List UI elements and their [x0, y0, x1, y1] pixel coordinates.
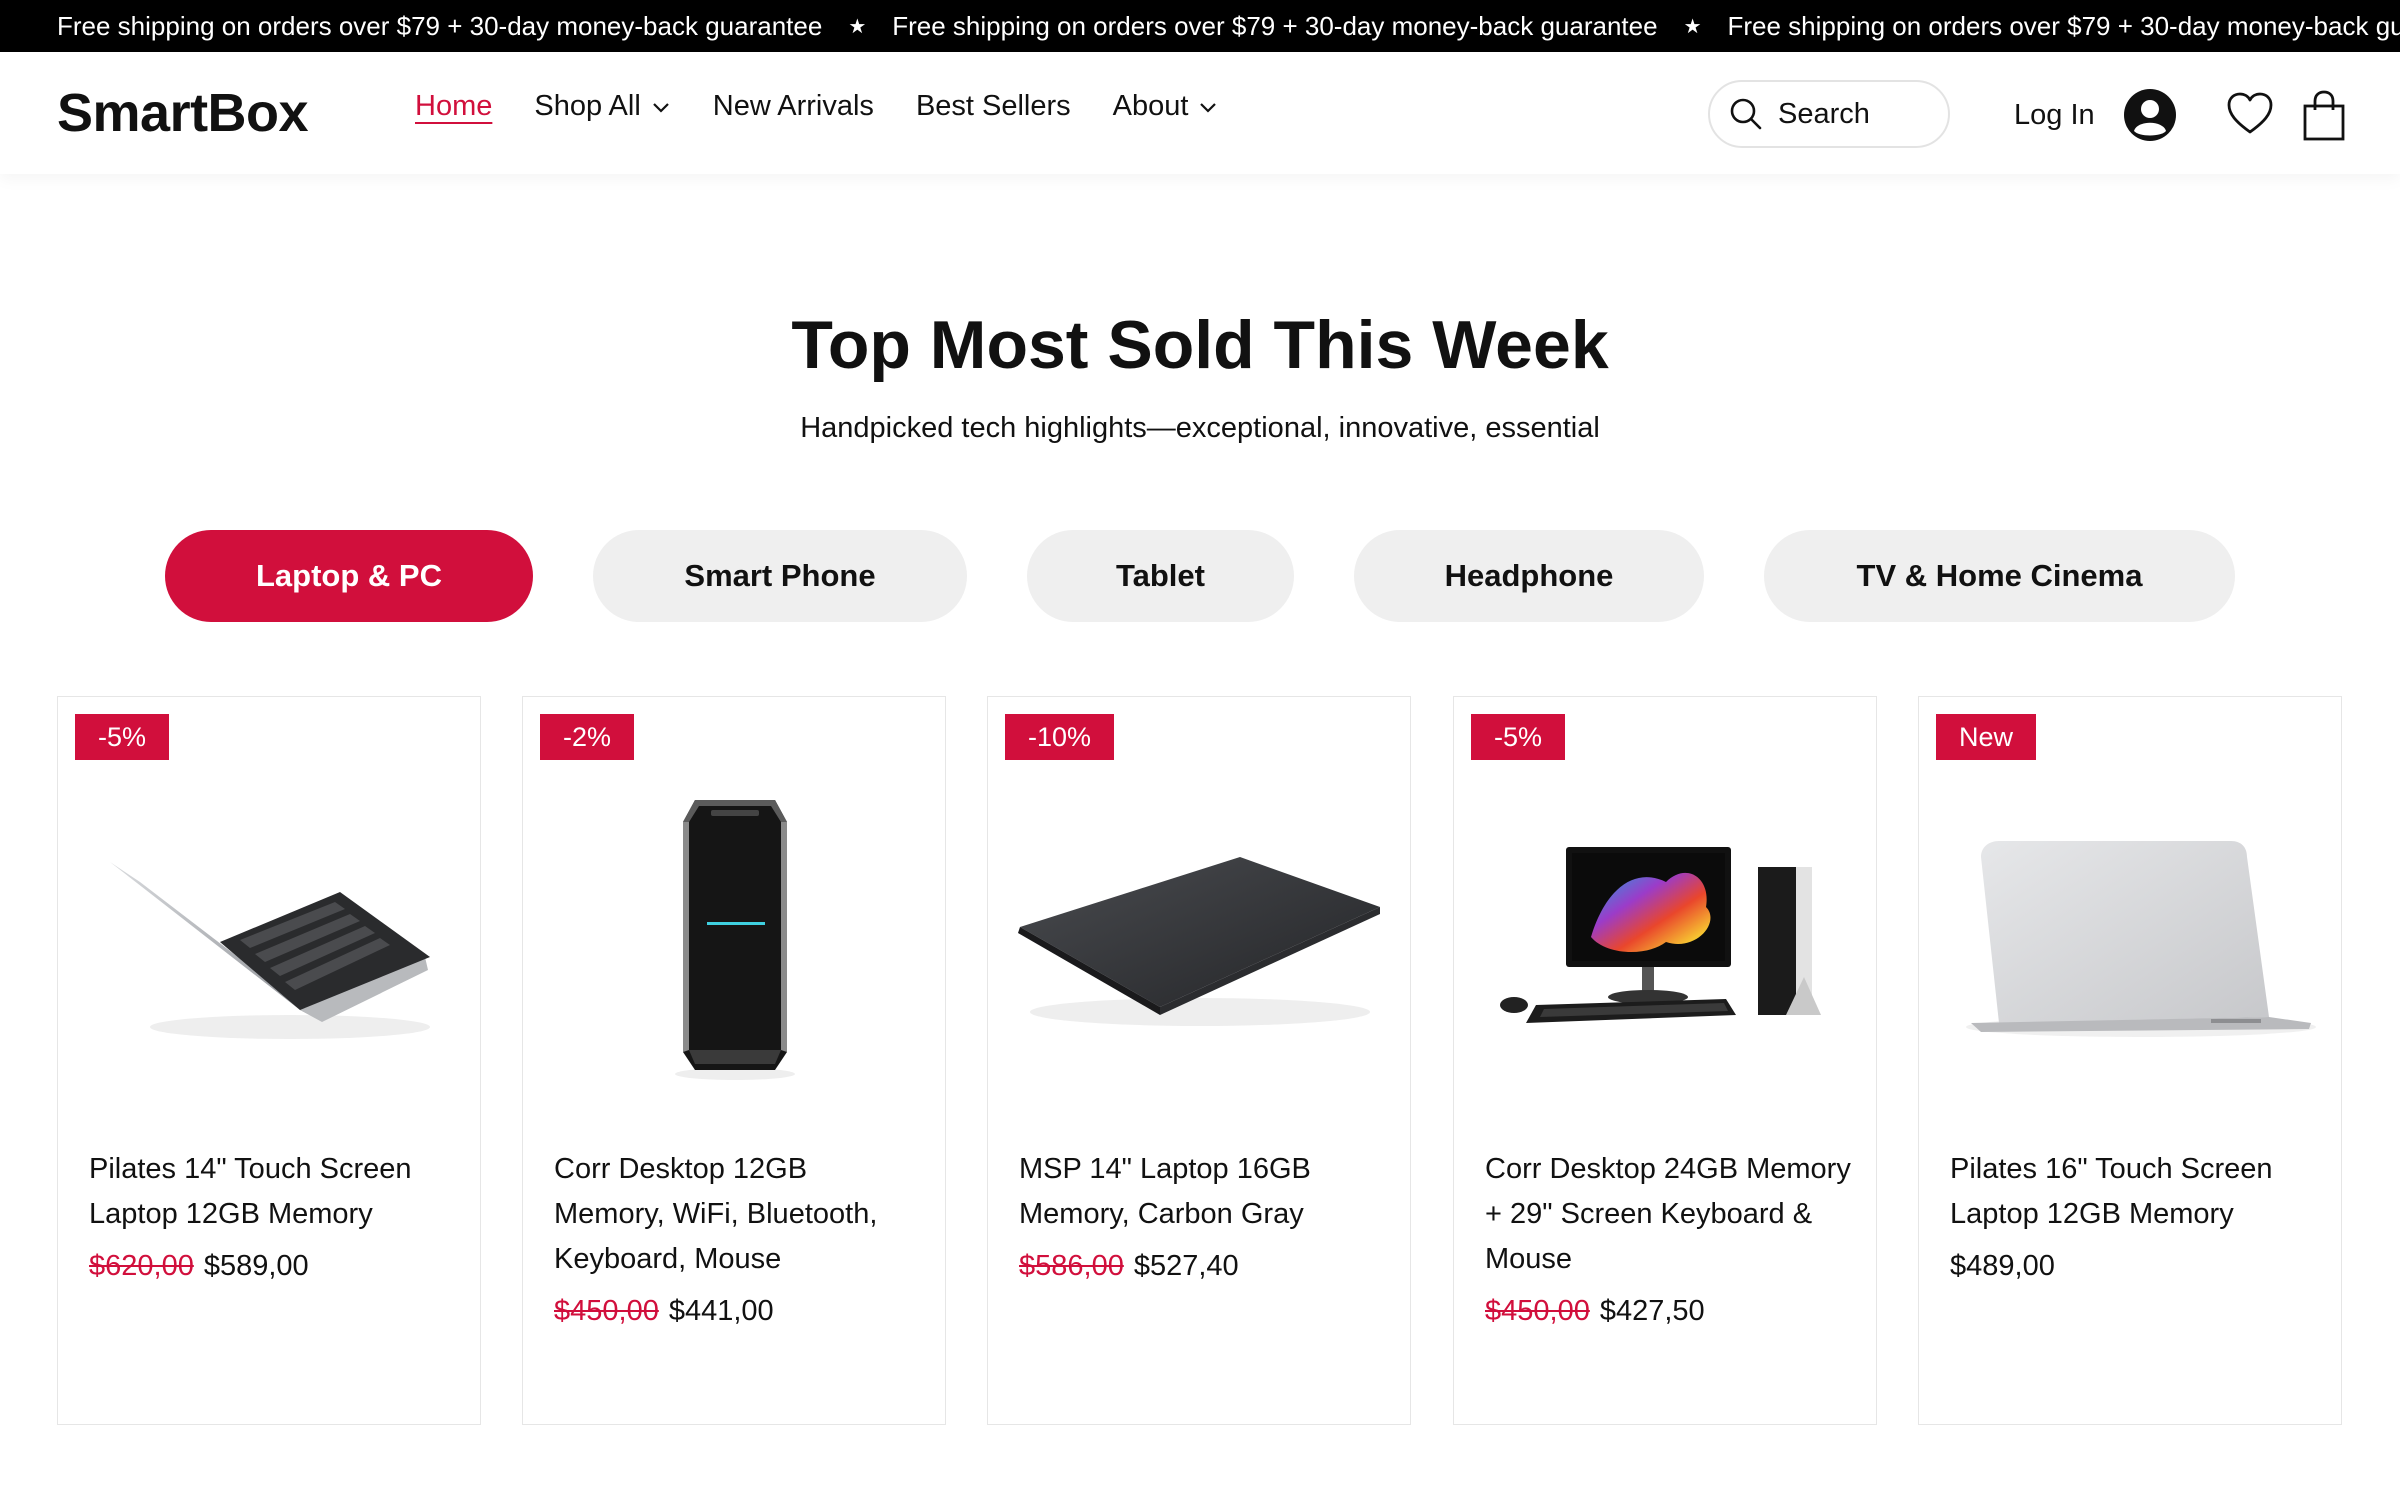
login-button[interactable]: Log In: [2014, 88, 2177, 142]
product-info: MSP 14" Laptop 16GB Memory, Carbon Gray …: [1019, 1147, 1389, 1289]
product-name: MSP 14" Laptop 16GB Memory, Carbon Gray: [1019, 1153, 1311, 1230]
price-row: $450,00 $441,00: [554, 1289, 924, 1334]
price-row: $489,00: [1950, 1244, 2320, 1289]
nav-shop-all[interactable]: Shop All: [534, 90, 670, 123]
product-card[interactable]: -2% Corr Desktop 12GB Memory, WiFi, Blue…: [522, 696, 946, 1425]
announcement-bar: Free shipping on orders over $79 + 30-da…: [0, 0, 2400, 52]
open-laptop-image: [58, 767, 482, 1107]
closed-laptop-image: [988, 767, 1412, 1107]
main-nav: Home Shop All New Arrivals Best Sellers …: [415, 90, 1260, 123]
nav-best-sellers[interactable]: Best Sellers: [916, 90, 1071, 123]
discount-badge: -5%: [1471, 714, 1566, 760]
nav-about-label: About: [1112, 90, 1189, 122]
product-name: Corr Desktop 12GB Memory, WiFi, Bluetoot…: [554, 1153, 878, 1275]
nav-home[interactable]: Home: [415, 90, 492, 123]
category-headphone[interactable]: Headphone: [1354, 530, 1704, 622]
star-icon: ★: [848, 15, 867, 38]
nav-shop-all-label: Shop All: [534, 90, 641, 122]
price-row: $586,00 $527,40: [1019, 1244, 1389, 1289]
original-price: $586,00: [1019, 1250, 1124, 1282]
silver-laptop-image: [1919, 767, 2343, 1107]
sale-price: $441,00: [668, 1295, 774, 1327]
section-title: Top Most Sold This Week: [791, 307, 1609, 383]
discount-badge: -5%: [75, 714, 170, 760]
search-placeholder: Search: [1778, 97, 1870, 130]
product-info: Pilates 16" Touch Screen Laptop 12GB Mem…: [1950, 1147, 2320, 1289]
product-card[interactable]: -10% MSP 14" Laptop 16GB Memory, Carbon …: [987, 696, 1411, 1425]
heart-icon[interactable]: [2226, 92, 2274, 136]
product-card[interactable]: -5% Corr Desktop 24GB Memory + 29" Scree…: [1453, 696, 1877, 1425]
shopping-bag-icon[interactable]: [2302, 90, 2346, 142]
site-header: SmartBox Home Shop All New Arrivals Best…: [0, 52, 2400, 174]
desktop-tower-image: [523, 767, 947, 1107]
star-icon: ★: [1683, 15, 1702, 38]
product-info: Corr Desktop 12GB Memory, WiFi, Bluetoot…: [554, 1147, 924, 1334]
category-laptop-pc[interactable]: Laptop & PC: [165, 530, 533, 622]
product-name: Corr Desktop 24GB Memory + 29" Screen Ke…: [1485, 1153, 1851, 1275]
sale-price: $527,40: [1133, 1250, 1239, 1282]
category-tv-home-cinema[interactable]: TV & Home Cinema: [1764, 530, 2235, 622]
category-tablet[interactable]: Tablet: [1027, 530, 1294, 622]
chevron-down-icon: [1200, 102, 1217, 113]
price-row: $620,00 $589,00: [89, 1244, 459, 1289]
price-row: $450,00 $427,50: [1485, 1289, 1855, 1334]
announcement-track: Free shipping on orders over $79 + 30-da…: [57, 0, 2400, 52]
product-name: Pilates 14" Touch Screen Laptop 12GB Mem…: [89, 1153, 412, 1230]
product-info: Pilates 14" Touch Screen Laptop 12GB Mem…: [89, 1147, 459, 1289]
category-smart-phone[interactable]: Smart Phone: [593, 530, 967, 622]
original-price: $620,00: [89, 1250, 194, 1282]
new-badge: New: [1936, 714, 2037, 760]
sale-price: $427,50: [1599, 1295, 1705, 1327]
original-price: $450,00: [1485, 1295, 1590, 1327]
section-subtitle: Handpicked tech highlights—exceptional, …: [800, 412, 1600, 444]
announcement-text: Free shipping on orders over $79 + 30-da…: [57, 10, 823, 41]
product-card[interactable]: -5% Pilates 14" Touch Screen Laptop 12GB…: [57, 696, 481, 1425]
login-label: Log In: [2014, 98, 2095, 131]
discount-badge: -10%: [1005, 714, 1115, 760]
nav-best-sellers-label: Best Sellers: [915, 90, 1071, 122]
search-icon: [1730, 98, 1762, 130]
chevron-down-icon: [653, 102, 669, 113]
discount-badge: -2%: [540, 714, 635, 760]
nav-about[interactable]: About: [1113, 90, 1219, 123]
account-icon: [2123, 89, 2176, 141]
nav-new-arrivals[interactable]: New Arrivals: [713, 90, 874, 123]
desktop-set-image: [1454, 767, 1878, 1107]
product-name: Pilates 16" Touch Screen Laptop 12GB Mem…: [1950, 1153, 2273, 1230]
nav-home-label: Home: [415, 90, 493, 122]
product-card[interactable]: New Pilates 16" Touch Screen Laptop 12GB…: [1918, 696, 2342, 1425]
nav-new-arrivals-label: New Arrivals: [712, 90, 874, 122]
logo[interactable]: SmartBox: [57, 82, 309, 144]
original-price: $450,00: [554, 1295, 659, 1327]
search-input[interactable]: Search: [1708, 80, 1950, 148]
announcement-text: Free shipping on orders over $79 + 30-da…: [892, 10, 1658, 41]
sale-price: $589,00: [203, 1250, 309, 1282]
price: $489,00: [1950, 1250, 2055, 1282]
product-info: Corr Desktop 24GB Memory + 29" Screen Ke…: [1485, 1147, 1855, 1334]
announcement-text: Free shipping on orders over $79 + 30-da…: [1727, 10, 2400, 41]
